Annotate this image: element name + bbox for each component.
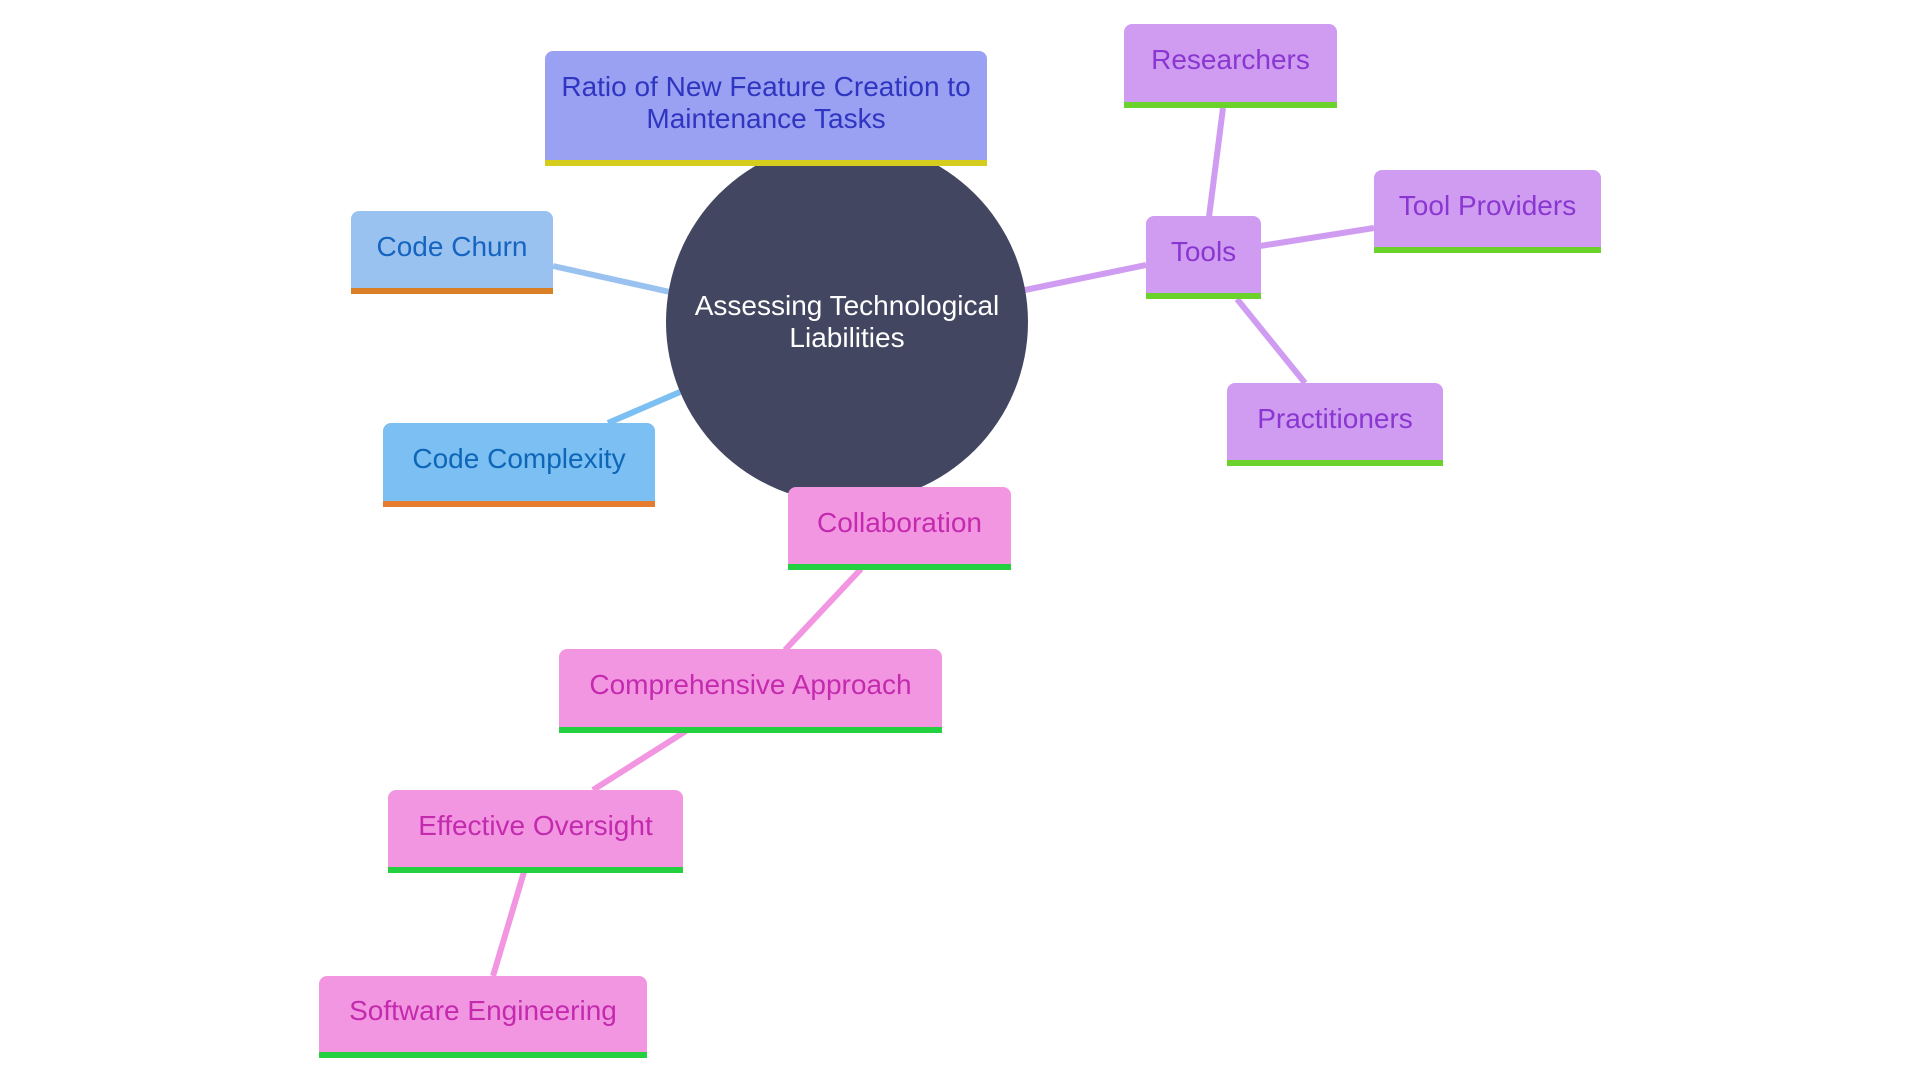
node-label: Collaboration	[817, 506, 982, 538]
node-label: Researchers	[1151, 44, 1310, 75]
edge-tools-to-practitioners	[1234, 297, 1308, 385]
node-ratio-of-new-feature-creation[interactable]: Ratio of New Feature Creation to Mainten…	[545, 51, 987, 166]
node-label: Ratio of New Feature Creation to Mainten…	[561, 70, 971, 134]
edge-root-to-churn	[552, 263, 671, 295]
node-practitioners[interactable]: Practitioners	[1227, 383, 1443, 466]
node-effective-oversight[interactable]: Effective Oversight	[388, 790, 683, 873]
node-collaboration[interactable]: Collaboration	[788, 487, 1011, 570]
node-tools[interactable]: Tools	[1146, 216, 1261, 299]
node-code-complexity[interactable]: Code Complexity	[383, 423, 655, 507]
edge-tools-to-researchers	[1206, 107, 1226, 218]
mindmap-canvas: Assessing Technological Liabilities Rati…	[0, 0, 1920, 1080]
node-label: Code Complexity	[412, 443, 626, 474]
node-software-engineering[interactable]: Software Engineering	[319, 976, 647, 1058]
node-comprehensive-approach[interactable]: Comprehensive Approach	[559, 649, 942, 733]
node-label: Tools	[1170, 235, 1237, 267]
node-label: Code Churn	[376, 230, 528, 262]
node-code-churn[interactable]: Code Churn	[351, 211, 553, 294]
node-label: Comprehensive Approach	[589, 669, 912, 700]
edge-tools-to-providers	[1259, 225, 1375, 249]
node-label: Effective Oversight	[418, 809, 653, 841]
root-node-label: Assessing Technological Liabilities	[694, 290, 1000, 353]
node-label: Tool Providers	[1398, 189, 1577, 221]
edge-collaboration-to-comprehensive	[782, 566, 864, 653]
edge-root-to-tools	[1024, 262, 1147, 293]
node-tool-providers[interactable]: Tool Providers	[1374, 170, 1601, 253]
edge-comprehensive-to-oversight	[591, 728, 688, 793]
edge-root-to-complexity	[606, 389, 682, 426]
node-label: Practitioners	[1257, 402, 1413, 434]
node-researchers[interactable]: Researchers	[1124, 24, 1337, 108]
edge-oversight-to-swe	[490, 871, 527, 977]
root-node[interactable]: Assessing Technological Liabilities	[666, 141, 1028, 503]
node-label: Software Engineering	[349, 995, 617, 1026]
